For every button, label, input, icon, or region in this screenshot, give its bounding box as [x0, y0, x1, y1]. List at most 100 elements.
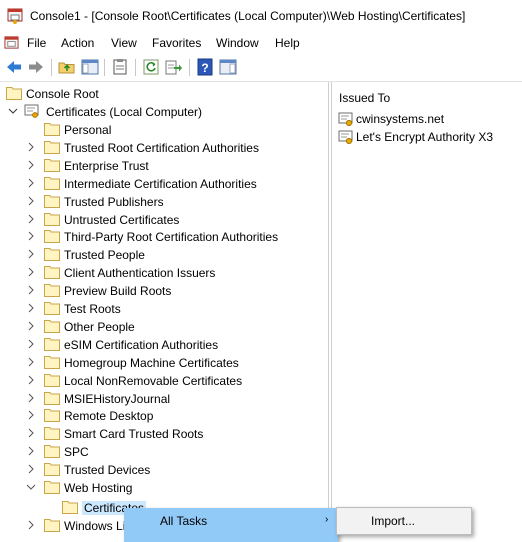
menu-view[interactable]: View	[111, 36, 137, 50]
submenu: Import...	[336, 507, 472, 535]
context-menu: All Tasks ›	[124, 508, 338, 542]
folder-icon	[44, 123, 60, 136]
back-icon[interactable]	[5, 58, 23, 76]
forward-icon[interactable]	[27, 58, 45, 76]
submenu-arrow-icon: ›	[325, 514, 329, 525]
tree-node-label: Homegroup Machine Certificates	[64, 355, 239, 370]
tree-node-label: MSIEHistoryJournal	[64, 391, 171, 406]
system-menu-icon[interactable]	[4, 35, 19, 50]
folder-icon	[44, 212, 60, 226]
tree-node-label: Client Authentication Issuers	[64, 266, 216, 281]
chevron-right-icon[interactable]	[26, 249, 36, 259]
folder-icon	[44, 248, 60, 262]
chevron-right-icon[interactable]	[26, 321, 36, 331]
chevron-right-icon[interactable]	[26, 520, 36, 530]
tree-node-label: SPC	[64, 445, 89, 460]
chevron-right-icon[interactable]	[26, 357, 36, 367]
chevron-right-icon[interactable]	[26, 285, 36, 295]
tree-node-label: Intermediate Certification Authorities	[64, 176, 257, 191]
result-pane[interactable]: Issued To cwinsystems.net Let's Encrypt …	[331, 82, 522, 540]
tree-node-label: Preview Build Roots	[64, 284, 172, 299]
title-bar: Console1 - [Console Root\Certificates (L…	[0, 0, 522, 32]
export-list-icon[interactable]	[165, 58, 183, 76]
menu-bar: File Action View Favorites Window Help	[0, 32, 522, 54]
chevron-right-icon[interactable]	[26, 428, 36, 438]
tree-node-label: Untrusted Certificates	[64, 212, 180, 227]
folder-icon	[44, 319, 60, 333]
certificate-icon	[338, 130, 353, 145]
chevron-right-icon[interactable]	[26, 464, 36, 474]
tree-node-label: Certificates (Local Computer)	[46, 105, 203, 119]
chevron-right-icon[interactable]	[26, 196, 36, 206]
tree-node-label: Trusted Root Certification Authorities	[64, 140, 259, 155]
folder-icon	[44, 481, 60, 494]
chevron-right-icon[interactable]	[26, 303, 36, 313]
chevron-down-icon[interactable]	[26, 482, 36, 492]
chevron-right-icon[interactable]	[26, 393, 36, 403]
folder-icon	[44, 284, 60, 298]
up-folder-icon[interactable]	[58, 58, 76, 76]
chevron-right-icon[interactable]	[26, 446, 36, 456]
chevron-down-icon[interactable]	[8, 106, 18, 116]
menu-item-all-tasks[interactable]: All Tasks	[160, 514, 207, 528]
menu-action[interactable]: Action	[61, 36, 94, 50]
properties-icon[interactable]	[111, 58, 129, 76]
tree-node-label: Windows Li	[64, 519, 126, 533]
folder-icon	[44, 302, 60, 315]
tree-node-label: Other People	[64, 319, 135, 334]
folder-icon	[44, 230, 60, 244]
folder-icon	[44, 463, 60, 477]
show-hide-tree-icon[interactable]	[81, 58, 99, 76]
menu-item-import[interactable]: Import...	[371, 514, 415, 528]
chevron-right-icon[interactable]	[26, 214, 36, 224]
chevron-right-icon[interactable]	[26, 160, 36, 170]
folder-icon	[6, 87, 22, 100]
svg-text:?: ?	[201, 61, 208, 75]
mmc-certificate-icon	[7, 8, 23, 24]
toolbar: ?	[0, 55, 522, 82]
show-hide-action-pane-icon[interactable]	[219, 58, 237, 76]
tree-node-label: Test Roots	[64, 302, 121, 316]
tree-node-label: Smart Card Trusted Roots	[64, 427, 204, 442]
chevron-right-icon[interactable]	[26, 142, 36, 152]
menu-favorites[interactable]: Favorites	[152, 36, 201, 50]
folder-icon	[44, 373, 60, 387]
console-tree[interactable]: Console Root Certificates (Local Compute…	[0, 82, 329, 540]
folder-icon	[44, 158, 60, 172]
folder-icon	[44, 266, 60, 280]
certificate-issued-to: cwinsystems.net	[356, 112, 445, 126]
chevron-right-icon[interactable]	[26, 410, 36, 420]
chevron-right-icon[interactable]	[26, 339, 36, 349]
chevron-right-icon[interactable]	[26, 267, 36, 277]
chevron-right-icon[interactable]	[26, 178, 36, 188]
refresh-icon[interactable]	[142, 58, 160, 76]
tree-node-label: Web Hosting	[64, 481, 133, 495]
tree-node-label: Console Root	[26, 87, 99, 101]
certificate-issued-to: Let's Encrypt Authority X3	[356, 130, 494, 144]
menu-file[interactable]: File	[27, 36, 46, 50]
menu-help[interactable]: Help	[275, 36, 300, 50]
chevron-right-icon[interactable]	[26, 231, 36, 241]
chevron-right-icon[interactable]	[26, 375, 36, 385]
toolbar-separator	[51, 59, 52, 76]
folder-open-icon	[62, 501, 78, 514]
tree-node-label: Enterprise Trust	[64, 158, 149, 173]
folder-icon	[44, 427, 60, 441]
toolbar-separator	[135, 59, 136, 76]
tree-node-label: Third-Party Root Certification Authoriti…	[64, 230, 279, 245]
toolbar-separator	[189, 59, 190, 76]
folder-icon	[44, 355, 60, 369]
help-icon[interactable]: ?	[196, 58, 214, 76]
folder-icon	[44, 140, 60, 154]
folder-icon	[44, 337, 60, 351]
folder-icon	[44, 194, 60, 208]
tree-node-label: eSIM Certification Authorities	[64, 337, 219, 352]
column-header-issued-to[interactable]: Issued To	[339, 91, 390, 105]
certificate-icon	[338, 112, 353, 127]
tree-node-label: Trusted People	[64, 248, 145, 263]
folder-icon	[44, 519, 60, 532]
toolbar-separator	[104, 59, 105, 76]
menu-window[interactable]: Window	[216, 36, 259, 50]
tree-node-label: Local NonRemovable Certificates	[64, 373, 243, 388]
tree-node-label: Trusted Publishers	[64, 194, 164, 209]
